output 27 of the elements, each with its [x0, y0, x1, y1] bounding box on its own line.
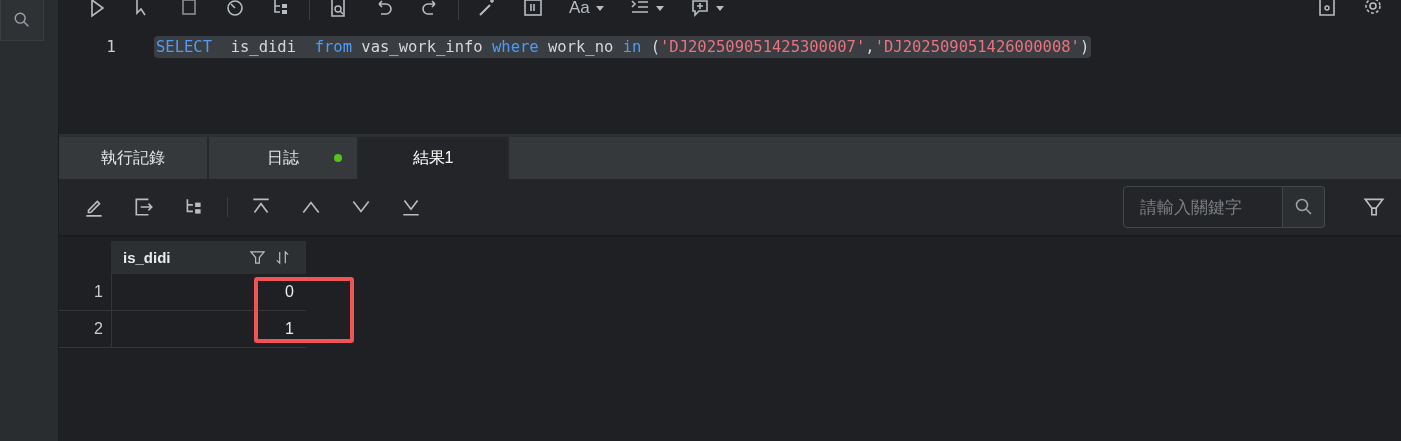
font-button[interactable]: Aa: [561, 0, 612, 18]
column-header[interactable]: is_didi: [111, 241, 306, 274]
sql-code: SELECT is_didi from vas_work_info where work_no in ('DJ202509051425300007','DJ202509051426000008'): [154, 35, 1092, 58]
save-icon: [1317, 0, 1337, 16]
export-icon: [133, 196, 155, 218]
line-number: 1: [105, 37, 117, 57]
timer-icon: [225, 0, 245, 18]
row-number: 2: [93, 319, 104, 339]
table-cell: 1: [111, 311, 306, 347]
search-field[interactable]: 請輸入關鍵字: [1123, 186, 1283, 228]
comment-icon: [689, 0, 710, 18]
search-icon: [1293, 197, 1314, 217]
row-number: 1: [93, 282, 104, 302]
settings-icon: [1363, 0, 1383, 16]
document-search-icon: [328, 0, 348, 18]
filter-icon[interactable]: [250, 250, 265, 265]
filter-icon: [1363, 196, 1385, 218]
search-button[interactable]: [0, 0, 44, 41]
table-cell: 0: [111, 274, 306, 310]
columns-icon: [523, 0, 543, 18]
column-name: is_didi: [123, 249, 171, 266]
result-tab[interactable]: 結果1: [359, 137, 509, 179]
result-tab[interactable]: 執行記錄: [59, 137, 209, 179]
search-button[interactable]: [1283, 186, 1325, 228]
wand-icon: [477, 0, 497, 18]
search-icon: [13, 11, 31, 29]
sort-icon[interactable]: [275, 250, 290, 265]
